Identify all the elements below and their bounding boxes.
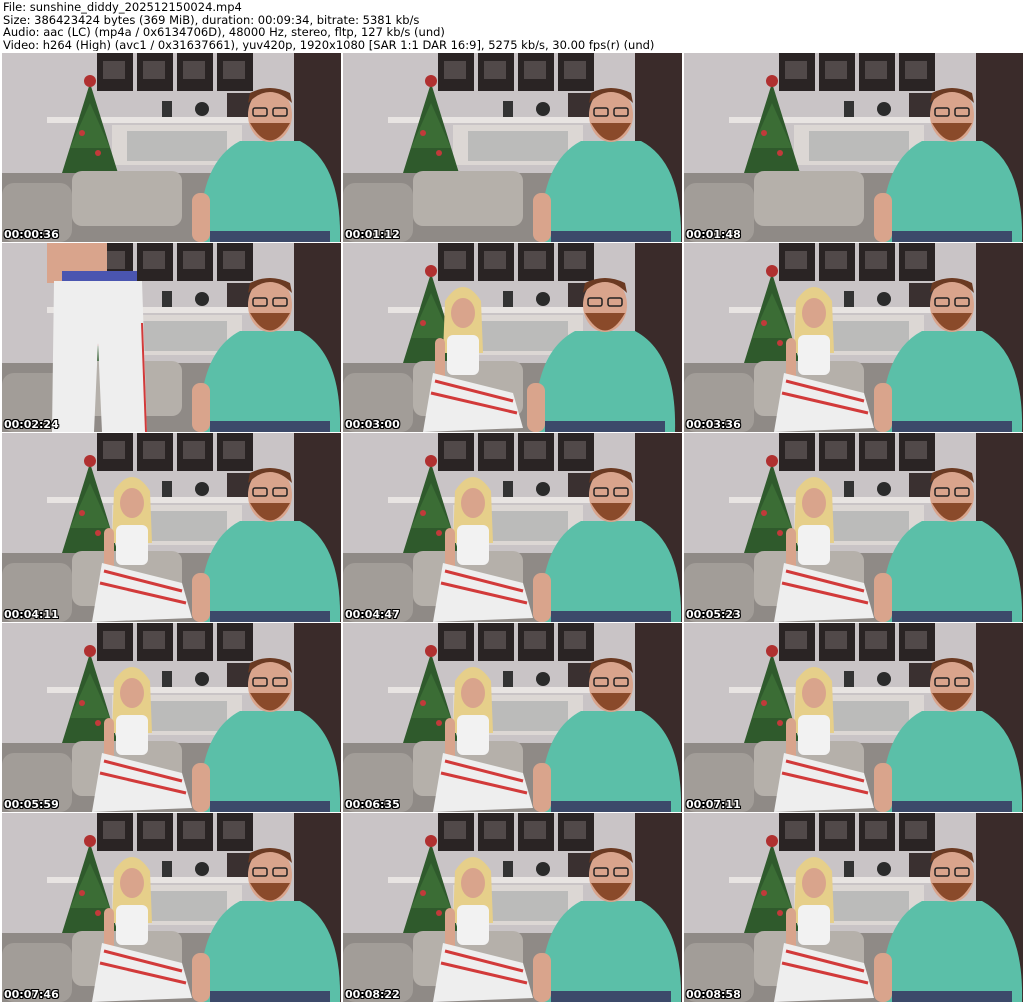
thumbnail-scene: [684, 53, 1023, 242]
thumbnail-scene: [2, 433, 341, 622]
thumbnail-frame: 00:02:24: [2, 243, 341, 432]
thumbnail-scene: [2, 243, 341, 432]
thumbnail-scene: [343, 433, 682, 622]
thumbnail-frame: 00:07:46: [2, 813, 341, 1002]
thumbnail-scene: [2, 623, 341, 812]
thumbnail-timestamp: 00:04:11: [4, 608, 59, 621]
thumbnail-timestamp: 00:07:11: [686, 798, 741, 811]
thumbnail-frame: 00:04:47: [343, 433, 682, 622]
thumbnail-frame: 00:08:22: [343, 813, 682, 1002]
thumbnail-grid: 00:00:36 00:01:12 00:01:48 00:02:24 00:03:00…: [2, 53, 1023, 1003]
thumbnail-frame: 00:05:59: [2, 623, 341, 812]
thumbnail-timestamp: 00:05:23: [686, 608, 741, 621]
thumbnail-timestamp: 00:08:22: [345, 988, 400, 1001]
thumbnail-scene: [343, 813, 682, 1002]
thumbnail-scene: [684, 243, 1023, 432]
thumbnail-scene: [684, 813, 1023, 1002]
thumbnail-frame: 00:08:58: [684, 813, 1023, 1002]
thumbnail-scene: [684, 623, 1023, 812]
thumbnail-frame: 00:05:23: [684, 433, 1023, 622]
thumbnail-timestamp: 00:06:35: [345, 798, 400, 811]
thumbnail-frame: 00:03:36: [684, 243, 1023, 432]
thumbnail-frame: 00:00:36: [2, 53, 341, 242]
thumbnail-scene: [343, 623, 682, 812]
thumbnail-timestamp: 00:00:36: [4, 228, 59, 241]
file-info-header: File: sunshine_diddy_202512150024.mp4 Si…: [3, 1, 1021, 53]
thumbnail-scene: [684, 433, 1023, 622]
thumbnail-timestamp: 00:02:24: [4, 418, 59, 431]
thumbnail-timestamp: 00:07:46: [4, 988, 59, 1001]
file-size-line: Size: 386423424 bytes (369 MiB), duratio…: [3, 13, 420, 27]
thumbnail-timestamp: 00:01:12: [345, 228, 400, 241]
thumbnail-frame: 00:06:35: [343, 623, 682, 812]
thumbnail-scene: [2, 813, 341, 1002]
file-name-line: File: sunshine_diddy_202512150024.mp4: [3, 1, 242, 14]
thumbnail-frame: 00:01:48: [684, 53, 1023, 242]
thumbnail-scene: [343, 243, 682, 432]
thumbnail-scene: [343, 53, 682, 242]
thumbnail-frame: 00:07:11: [684, 623, 1023, 812]
thumbnail-timestamp: 00:03:36: [686, 418, 741, 431]
thumbnail-frame: 00:04:11: [2, 433, 341, 622]
thumbnail-frame: 00:01:12: [343, 53, 682, 242]
audio-info-line: Audio: aac (LC) (mp4a / 0x6134706D), 480…: [3, 26, 445, 39]
thumbnail-scene: [2, 53, 341, 242]
thumbnail-timestamp: 00:08:58: [686, 988, 741, 1001]
video-info-line: Video: h264 (High) (avc1 / 0x31637661), …: [3, 38, 655, 52]
thumbnail-timestamp: 00:03:00: [345, 418, 400, 431]
thumbnail-timestamp: 00:01:48: [686, 228, 741, 241]
thumbnail-timestamp: 00:05:59: [4, 798, 59, 811]
thumbnail-frame: 00:03:00: [343, 243, 682, 432]
thumbnail-timestamp: 00:04:47: [345, 608, 400, 621]
